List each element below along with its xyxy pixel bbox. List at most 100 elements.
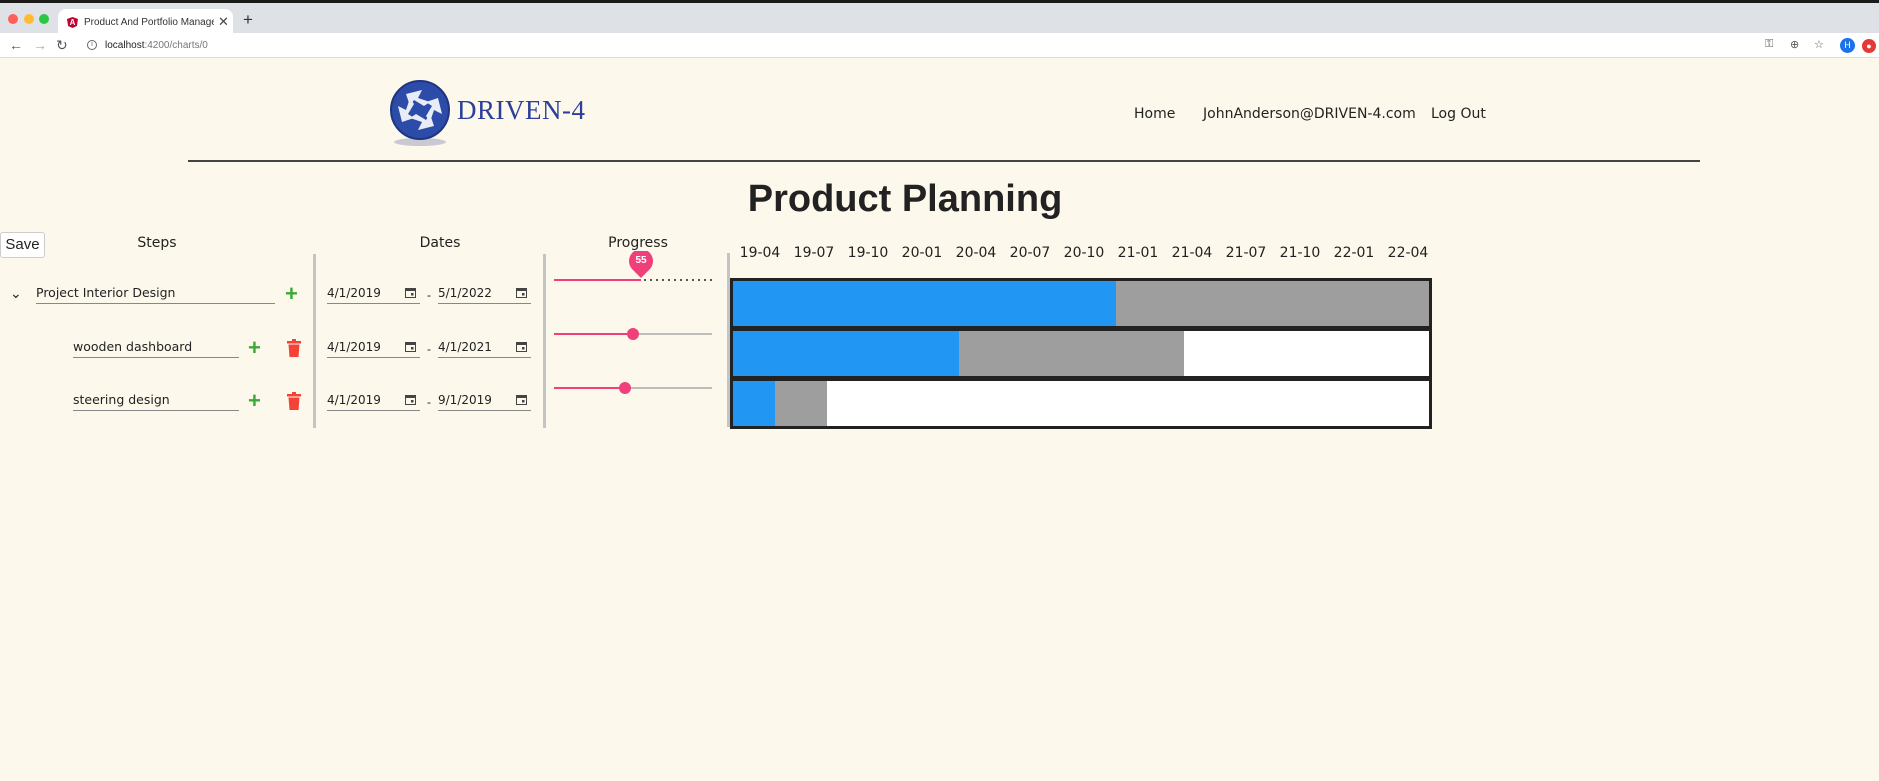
nav-logout-link[interactable]: Log Out xyxy=(1431,106,1486,122)
brand-name: DRIVEN-4 xyxy=(457,95,586,125)
save-button[interactable]: Save xyxy=(0,232,45,258)
address-bar[interactable]: i localhost:4200/charts/0 xyxy=(78,35,1858,56)
add-substep-plus-icon[interactable]: + xyxy=(248,337,261,359)
slider-thumb[interactable] xyxy=(627,328,639,340)
slider-value-label: 55 xyxy=(635,255,647,266)
start-date-value: 4/1/2019 xyxy=(327,340,381,354)
gantt-tick-label: 19-07 xyxy=(793,245,835,261)
gantt-tick-label: 22-04 xyxy=(1387,245,1429,261)
start-date-value: 4/1/2019 xyxy=(327,286,381,300)
header-divider xyxy=(188,160,1700,162)
end-date-value: 9/1/2019 xyxy=(438,393,492,407)
calendar-icon[interactable] xyxy=(405,341,416,352)
add-substep-plus-icon[interactable]: + xyxy=(248,390,261,412)
maximize-window-button[interactable] xyxy=(39,14,49,24)
gantt-bar-remaining xyxy=(775,381,828,426)
gantt-tick-label: 21-10 xyxy=(1279,245,1321,261)
progress-slider[interactable] xyxy=(554,327,712,341)
browser-toolbar: ← → ↻ i localhost:4200/charts/0 ⚿ ⊕ ☆ H … xyxy=(0,33,1879,58)
close-window-button[interactable] xyxy=(8,14,18,24)
driven4-logo-icon xyxy=(390,80,450,146)
gantt-tick-label: 20-01 xyxy=(901,245,943,261)
site-info-icon[interactable]: i xyxy=(87,40,97,50)
minimize-window-button[interactable] xyxy=(24,14,34,24)
key-icon[interactable]: ⚿ xyxy=(1765,38,1773,51)
slider-track-filled xyxy=(554,279,641,281)
gantt-bar-remaining xyxy=(958,331,1185,376)
end-date-value: 5/1/2022 xyxy=(438,286,492,300)
start-date-input[interactable]: 4/1/2019 xyxy=(327,391,420,411)
tab-title: Product And Portfolio Management xyxy=(84,17,214,28)
slider-track-empty xyxy=(625,387,712,389)
gantt-chart xyxy=(730,278,1432,429)
profile-avatar[interactable]: H xyxy=(1840,38,1855,53)
column-divider xyxy=(313,254,316,428)
gantt-tick-label: 21-04 xyxy=(1171,245,1213,261)
date-range-separator: - xyxy=(427,395,431,409)
page-title: Product Planning xyxy=(747,178,1063,220)
gantt-tick-label: 19-04 xyxy=(739,245,781,261)
calendar-icon[interactable] xyxy=(405,287,416,298)
slider-track-filled xyxy=(554,333,633,335)
column-divider xyxy=(543,254,546,428)
browser-tab[interactable]: A Product And Portfolio Management ✕ xyxy=(58,9,233,36)
gantt-bar-completed xyxy=(733,281,1116,326)
bookmark-star-icon[interactable]: ☆ xyxy=(1814,38,1824,51)
progress-column-header: Progress xyxy=(608,235,668,251)
gantt-bar-completed xyxy=(733,381,776,426)
gantt-row xyxy=(733,331,1429,376)
calendar-icon[interactable] xyxy=(516,394,527,405)
slider-track-empty xyxy=(633,333,712,335)
slider-thumb[interactable] xyxy=(619,382,631,394)
browser-tab-strip: A Product And Portfolio Management ✕ + xyxy=(0,0,1879,36)
tab-close-icon[interactable]: ✕ xyxy=(218,14,229,30)
date-range-separator: - xyxy=(427,288,431,302)
step-name-input[interactable]: steering design xyxy=(73,391,239,411)
new-tab-icon[interactable]: + xyxy=(243,11,253,28)
end-date-input[interactable]: 4/1/2021 xyxy=(438,338,531,358)
gantt-bar-remaining xyxy=(1115,281,1429,326)
dates-column-header: Dates xyxy=(419,235,461,251)
start-date-value: 4/1/2019 xyxy=(327,393,381,407)
zoom-icon[interactable]: ⊕ xyxy=(1790,38,1799,51)
calendar-icon[interactable] xyxy=(516,341,527,352)
calendar-icon[interactable] xyxy=(405,394,416,405)
nav-home-link[interactable]: Home xyxy=(1134,106,1175,122)
add-substep-plus-icon[interactable]: + xyxy=(285,283,298,305)
gantt-row xyxy=(733,281,1429,326)
steps-column-header: Steps xyxy=(137,235,177,251)
progress-slider[interactable] xyxy=(554,381,712,395)
gantt-row xyxy=(733,381,1429,426)
gantt-tick-label: 22-01 xyxy=(1333,245,1375,261)
reload-icon[interactable]: ↻ xyxy=(56,37,68,53)
end-date-input[interactable]: 9/1/2019 xyxy=(438,391,531,411)
url-host: localhost xyxy=(105,40,145,51)
gantt-tick-label: 20-04 xyxy=(955,245,997,261)
progress-slider[interactable]: 55 xyxy=(554,251,712,287)
end-date-value: 4/1/2021 xyxy=(438,340,492,354)
gantt-tick-label: 21-07 xyxy=(1225,245,1267,261)
slider-value-bubble: 55 xyxy=(627,251,655,279)
calendar-icon[interactable] xyxy=(516,287,527,298)
url-path: :4200/charts/0 xyxy=(144,40,208,51)
angular-favicon-icon: A xyxy=(67,17,78,28)
date-range-separator: - xyxy=(427,342,431,356)
start-date-input[interactable]: 4/1/2019 xyxy=(327,338,420,358)
extension-icon[interactable]: ● xyxy=(1862,39,1876,53)
step-name-input[interactable]: wooden dashboard xyxy=(73,338,239,358)
gantt-tick-label: 19-10 xyxy=(847,245,889,261)
delete-trash-icon[interactable] xyxy=(286,392,302,410)
forward-icon[interactable]: → xyxy=(33,37,47,53)
gantt-tick-label: 20-07 xyxy=(1009,245,1051,261)
start-date-input[interactable]: 4/1/2019 xyxy=(327,284,420,304)
delete-trash-icon[interactable] xyxy=(286,339,302,357)
back-icon[interactable]: ← xyxy=(9,37,23,53)
gantt-tick-label: 21-01 xyxy=(1117,245,1159,261)
nav-user-email-link[interactable]: JohnAnderson@DRIVEN-4.com xyxy=(1203,106,1416,122)
end-date-input[interactable]: 5/1/2022 xyxy=(438,284,531,304)
gantt-bar-completed xyxy=(733,331,959,376)
step-name-input[interactable]: Project Interior Design xyxy=(36,284,275,304)
slider-track-filled xyxy=(554,387,625,389)
gantt-tick-label: 20-10 xyxy=(1063,245,1105,261)
expand-chevron-down-icon[interactable]: ⌄ xyxy=(10,285,22,302)
